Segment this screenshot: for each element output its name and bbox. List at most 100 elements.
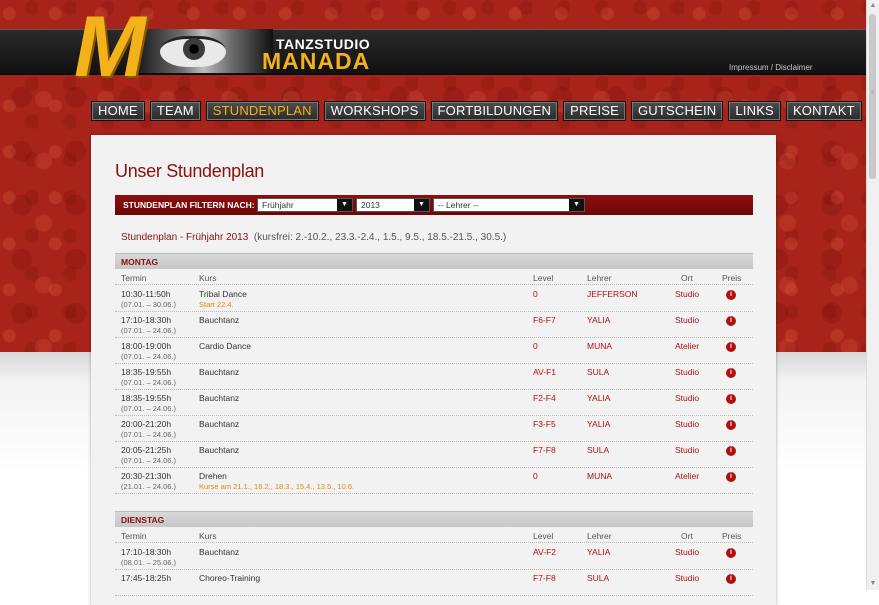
scroll-down-arrow-icon[interactable]: ▼ — [867, 578, 879, 590]
year-select[interactable]: 2013 ▼ — [356, 198, 430, 212]
info-icon[interactable]: i — [726, 290, 736, 300]
logo-letter[interactable]: M — [74, 4, 146, 90]
info-icon[interactable]: i — [726, 394, 736, 404]
table-row: 10:30-11:50h (07.01. – 30.06.) Tribal Danc… — [115, 285, 753, 312]
course-level[interactable]: F6-F7 — [533, 315, 556, 325]
nav-preise[interactable]: PREISE — [563, 101, 626, 121]
course-time: 20:05-21:25h — [121, 445, 172, 455]
column-header-lehrer: Lehrer — [587, 273, 612, 283]
scrollbar-grip-icon: ≡ — [870, 90, 875, 96]
info-icon[interactable]: i — [726, 368, 736, 378]
nav-team[interactable]: TEAM — [149, 101, 201, 121]
course-location[interactable]: Studio — [675, 367, 699, 377]
course-level[interactable]: F7-F8 — [533, 445, 556, 455]
scrollbar[interactable]: ▲ ≡ ▼ — [866, 0, 879, 590]
course-teacher[interactable]: SULA — [587, 445, 609, 455]
season-select[interactable]: Frühjahr ▼ — [257, 198, 353, 212]
day-header: DIENSTAG — [115, 511, 753, 527]
nav-workshops[interactable]: WORKSHOPS — [323, 101, 426, 121]
scroll-up-arrow-icon[interactable]: ▲ — [867, 0, 879, 12]
course-name: Bauchtanz — [199, 367, 240, 377]
course-level[interactable]: F3-F5 — [533, 419, 556, 429]
course-date-range: (07.01. – 24.06.) — [121, 404, 177, 413]
course-location[interactable]: Studio — [675, 315, 699, 325]
course-date-range: (07.01. – 24.06.) — [121, 352, 177, 361]
course-note: Kurse am 21.1., 18.2., 18.3., 15.4., 13.… — [199, 482, 355, 491]
course-level[interactable]: F7-F8 — [533, 573, 556, 583]
table-row: 20:00-21:20h (07.01. – 24.06.) Bauchtanz F3… — [115, 415, 753, 442]
info-icon[interactable]: i — [726, 548, 736, 558]
course-teacher[interactable]: JEFFERSON — [587, 289, 638, 299]
table-row: 18:35-19:55h (07.01. – 24.06.) Bauchtanz F2… — [115, 389, 753, 416]
course-teacher[interactable]: YALIA — [587, 419, 610, 429]
table-row: 20:30-21:30h (21.01. – 24.06.) Drehen Kurse… — [115, 467, 753, 494]
info-icon[interactable]: i — [726, 342, 736, 352]
course-level[interactable]: 0 — [533, 471, 538, 481]
season-select-value: Frühjahr — [262, 200, 294, 210]
table-row: 17:10-18:30h (08.01. – 25.06.) Bauchtanz AV… — [115, 543, 753, 570]
course-time: 17:10-18:30h — [121, 547, 172, 557]
filter-bar: STUNDENPLAN FILTERN NACH: Frühjahr ▼ 201… — [115, 195, 753, 215]
course-name: Cardio Dance — [199, 341, 251, 351]
course-level[interactable]: 0 — [533, 289, 538, 299]
course-location[interactable]: Studio — [675, 393, 699, 403]
filter-label: STUNDENPLAN FILTERN NACH: — [123, 200, 255, 210]
column-header-ort: Ort — [681, 273, 693, 283]
course-name: Choreo-Training — [199, 573, 261, 583]
column-header-row: Termin Kurs Level Lehrer Ort Preis — [115, 270, 753, 285]
course-location[interactable]: Studio — [675, 419, 699, 429]
course-teacher[interactable]: SULA — [587, 573, 609, 583]
course-location[interactable]: Studio — [675, 289, 699, 299]
course-location[interactable]: Atelier — [675, 471, 699, 481]
course-time: 20:00-21:20h — [121, 419, 172, 429]
nav-links[interactable]: LINKS — [728, 101, 781, 121]
course-level[interactable]: F2-F4 — [533, 393, 556, 403]
course-date-range: (07.01. – 30.06.) — [121, 300, 177, 309]
page-title: Unser Stundenplan — [115, 161, 265, 181]
info-icon[interactable]: i — [726, 472, 736, 482]
course-location[interactable]: Studio — [675, 573, 699, 583]
info-icon[interactable]: i — [726, 446, 736, 456]
info-icon[interactable]: i — [726, 316, 736, 326]
nav-home[interactable]: HOME — [91, 101, 145, 121]
column-header-kurs: Kurs — [199, 531, 217, 541]
course-time: 10:30-11:50h — [121, 289, 171, 299]
plan-heading-note: (kursfrei: 2.-10.2., 23.3.-2.4., 1.5., 9… — [253, 232, 507, 243]
course-time: 17:45-18:25h — [121, 573, 172, 583]
course-name: Bauchtanz — [199, 547, 240, 557]
course-date-range: (08.01. – 25.06.) — [121, 558, 177, 567]
nav-fortbildungen[interactable]: FORTBILDUNGEN — [430, 101, 559, 121]
course-teacher[interactable]: MUNA — [587, 341, 612, 351]
column-header-level: Level — [533, 531, 554, 541]
course-teacher[interactable]: SULA — [587, 367, 609, 377]
nav-kontakt[interactable]: KONTAKT — [785, 101, 862, 121]
nav-stundenplan[interactable]: STUNDENPLAN — [205, 101, 319, 121]
info-icon[interactable]: i — [726, 420, 736, 430]
course-level[interactable]: AV-F1 — [533, 367, 556, 377]
column-header-preis: Preis — [722, 531, 742, 541]
course-name: Bauchtanz — [199, 315, 240, 325]
impressum-link[interactable]: Impressum / Disclaimer — [729, 63, 813, 72]
main-navigation: HOME TEAM STUNDENPLAN WORKSHOPS FORTBILDUNGE… — [91, 101, 862, 121]
table-row: 18:35-19:55h (07.01. – 24.06.) Bauchtanz AV… — [115, 363, 753, 390]
course-date-range: (07.01. – 24.06.) — [121, 326, 177, 335]
nav-gutschein[interactable]: GUTSCHEIN — [631, 101, 724, 121]
course-location[interactable]: Studio — [675, 547, 699, 557]
chevron-down-icon: ▼ — [337, 199, 352, 211]
column-header-lehrer: Lehrer — [587, 531, 612, 541]
column-header-ort: Ort — [681, 531, 693, 541]
course-location[interactable]: Atelier — [675, 341, 699, 351]
course-teacher[interactable]: YALIA — [587, 547, 610, 557]
table-row: 17:45-18:25h Choreo-Training F7-F8 SULA Stud… — [115, 569, 753, 596]
info-icon[interactable]: i — [726, 574, 736, 584]
course-level[interactable]: 0 — [533, 341, 538, 351]
brand-name-big[interactable]: MANADA — [262, 48, 370, 75]
course-location[interactable]: Studio — [675, 445, 699, 455]
column-header-termin: Termin — [121, 273, 147, 283]
course-teacher[interactable]: YALIA — [587, 315, 610, 325]
column-header-row: Termin Kurs Level Lehrer Ort Preis — [115, 528, 753, 543]
teacher-select[interactable]: -- Lehrer -- ▼ — [433, 198, 585, 212]
course-level[interactable]: AV-F2 — [533, 547, 556, 557]
course-teacher[interactable]: MUNA — [587, 471, 612, 481]
course-teacher[interactable]: YALIA — [587, 393, 610, 403]
